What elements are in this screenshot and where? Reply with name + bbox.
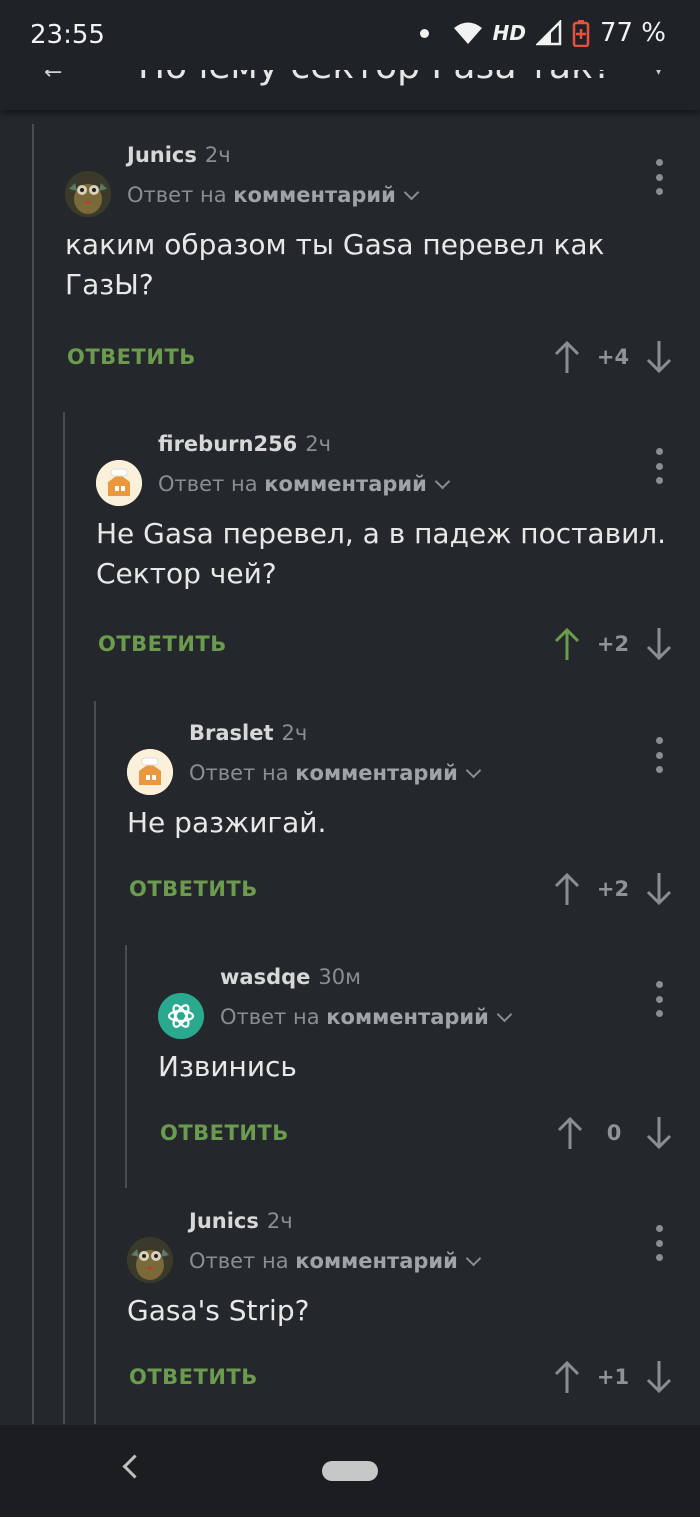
comment-score: +2 — [596, 632, 630, 656]
author-name[interactable]: Braslet 2ч — [189, 721, 307, 745]
author-name[interactable]: Junics 2ч — [127, 143, 231, 167]
system-nav-bar — [0, 1425, 700, 1517]
downvote-arrow-icon[interactable] — [644, 1115, 674, 1151]
comment-time: 2ч — [204, 143, 231, 167]
house-avatar-icon — [127, 749, 173, 795]
comment-score: +4 — [596, 345, 630, 369]
upvote-arrow-icon[interactable] — [552, 626, 582, 662]
app-bar: ← Почему сектор Газа так? ▾ — [0, 70, 700, 110]
thread-line — [32, 124, 34, 1424]
downvote-arrow-icon[interactable] — [644, 1359, 674, 1395]
chevron-down-icon — [496, 1006, 513, 1023]
avatar[interactable] — [158, 993, 204, 1039]
thread-line — [94, 701, 96, 1424]
comment-score: +1 — [596, 1365, 630, 1389]
page-title: Почему сектор Газа так? — [138, 70, 608, 87]
avatar[interactable] — [127, 1237, 173, 1283]
owl-avatar-icon — [65, 171, 111, 217]
more-menu-icon[interactable] — [655, 448, 663, 484]
status-time: 23:55 — [30, 20, 105, 50]
network-type-label: HD — [492, 21, 526, 45]
status-icons: HD 77 % — [419, 18, 666, 48]
comment-time: 30м — [318, 965, 361, 989]
owl-avatar-icon — [127, 1237, 173, 1283]
comment-actions: ОТВЕТИТЬ +2 — [96, 626, 676, 666]
downvote-arrow-icon[interactable] — [644, 871, 674, 907]
upvote-arrow-icon[interactable] — [555, 1115, 585, 1151]
reply-to-link[interactable]: Ответ на комментарий — [189, 1249, 482, 1273]
more-menu-icon[interactable] — [655, 737, 663, 773]
more-menu-icon[interactable] — [655, 981, 663, 1017]
nav-back-icon[interactable] — [122, 1454, 147, 1479]
more-menu-icon[interactable] — [655, 159, 663, 195]
house-avatar-icon — [96, 460, 142, 506]
reply-button[interactable]: ОТВЕТИТЬ — [129, 1365, 258, 1389]
comment-text: Gasa's Strip? — [127, 1294, 310, 1327]
nav-home-pill[interactable] — [322, 1461, 378, 1481]
thread-line — [63, 412, 65, 1424]
avatar[interactable] — [127, 749, 173, 795]
comment-score: 0 — [606, 1121, 622, 1145]
chevron-down-icon — [434, 473, 451, 490]
back-arrow-icon[interactable]: ← — [44, 70, 62, 85]
reply-to-link[interactable]: Ответ на комментарий — [220, 1005, 513, 1029]
avatar[interactable] — [65, 171, 111, 217]
author-name[interactable]: Junics 2ч — [189, 1209, 293, 1233]
chevron-down-icon[interactable]: ▾ — [653, 70, 664, 81]
downvote-arrow-icon[interactable] — [644, 626, 674, 662]
notification-dot-icon — [419, 28, 429, 38]
avatar[interactable] — [96, 460, 142, 506]
status-bar: 23:55 HD 77 % — [0, 0, 700, 70]
comment-time: 2ч — [266, 1209, 293, 1233]
comment-text: Извинись — [158, 1050, 297, 1083]
reply-button[interactable]: ОТВЕТИТЬ — [129, 877, 258, 901]
comment-text: Не разжигай. — [127, 806, 327, 839]
more-menu-icon[interactable] — [655, 1225, 663, 1261]
reply-to-link[interactable]: Ответ на комментарий — [189, 761, 482, 785]
comment-actions: ОТВЕТИТЬ 0 — [158, 1115, 678, 1155]
reply-button[interactable]: ОТВЕТИТЬ — [67, 345, 196, 369]
thread-line — [125, 945, 127, 1188]
comment-text: Не Gasa перевел, а в падеж поставил. Сек… — [96, 517, 667, 590]
battery-percent: 77 % — [599, 18, 666, 48]
comment-actions: ОТВЕТИТЬ +1 — [127, 1359, 677, 1399]
upvote-arrow-icon[interactable] — [552, 339, 582, 375]
signal-icon — [535, 20, 562, 46]
comment-actions: ОТВЕТИТЬ +2 — [127, 871, 677, 911]
reply-to-link[interactable]: Ответ на комментарий — [127, 183, 420, 207]
author-name[interactable]: wasdqe 30м — [220, 965, 361, 989]
chevron-down-icon — [403, 184, 420, 201]
wifi-icon — [453, 22, 482, 44]
reply-button[interactable]: ОТВЕТИТЬ — [160, 1121, 289, 1145]
comment-time: 2ч — [281, 721, 308, 745]
upvote-arrow-icon[interactable] — [552, 1359, 582, 1395]
comment-score: +2 — [596, 877, 630, 901]
author-name[interactable]: fireburn256 2ч — [158, 432, 331, 456]
comment-actions: ОТВЕТИТЬ +4 — [65, 339, 675, 379]
chevron-down-icon — [465, 1250, 482, 1267]
reply-button[interactable]: ОТВЕТИТЬ — [98, 632, 227, 656]
openai-knot-avatar-icon — [158, 993, 204, 1039]
chevron-down-icon — [465, 762, 482, 779]
comment-time: 2ч — [305, 432, 332, 456]
upvote-arrow-icon[interactable] — [552, 871, 582, 907]
reply-to-link[interactable]: Ответ на комментарий — [158, 472, 451, 496]
downvote-arrow-icon[interactable] — [644, 339, 674, 375]
comment-text: каким образом ты Gasa перевел как ГазЫ? — [65, 228, 605, 301]
battery-saver-icon — [572, 20, 590, 47]
